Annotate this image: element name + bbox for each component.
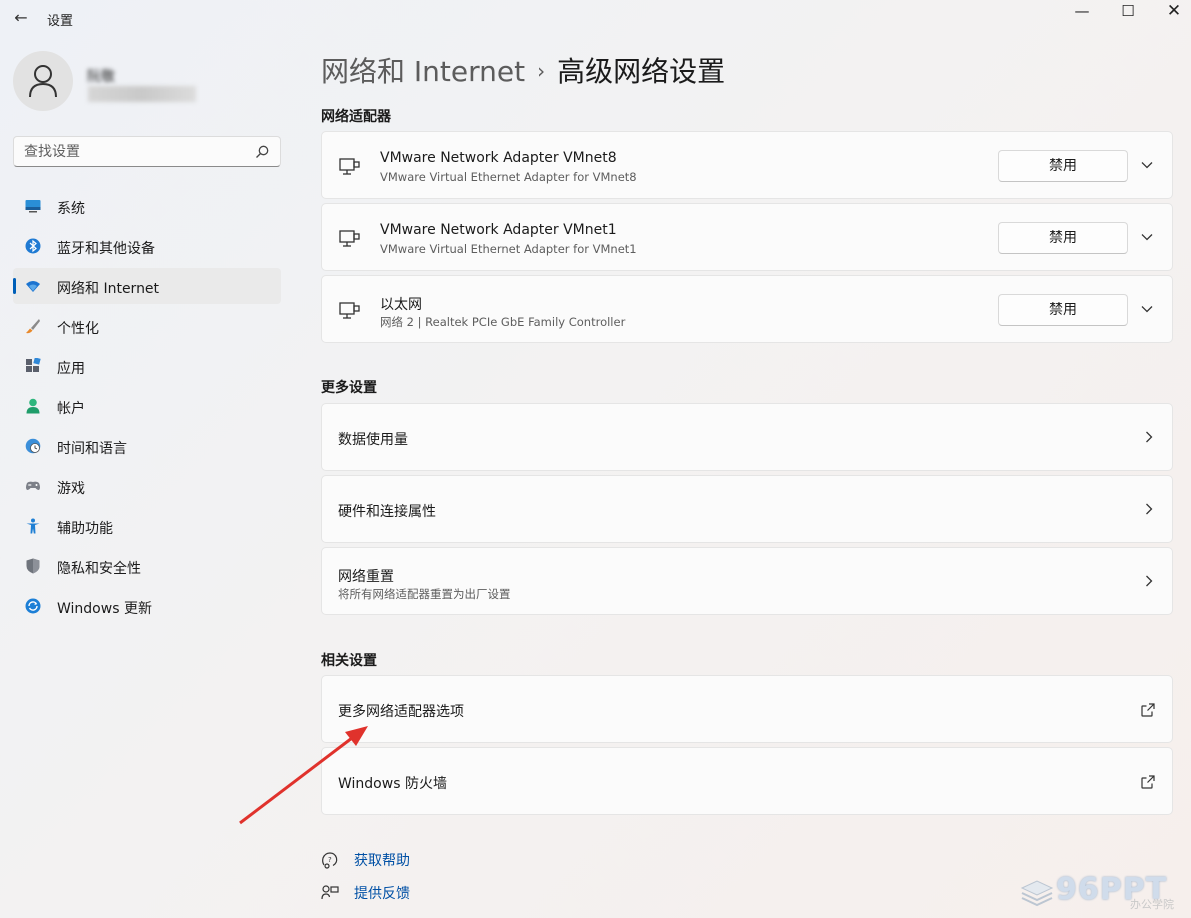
search-box[interactable] [13,136,281,167]
network-adapter-icon [339,230,360,247]
setting-title: Windows 防火墙 [338,776,447,792]
adapter-description: VMware Virtual Ethernet Adapter for VMne… [380,170,637,184]
sidebar-item-system[interactable]: 系统 [13,188,281,224]
sidebar-item-label: 个性化 [57,321,99,337]
breadcrumb: 网络和 Internet › 高级网络设置 [321,50,725,90]
adapter-name: VMware Network Adapter VMnet8 [380,150,617,166]
adapter-description: VMware Virtual Ethernet Adapter for VMne… [380,242,637,256]
section-title-more-settings: 更多设置 [321,380,377,396]
chevron-down-icon[interactable] [1140,158,1154,172]
stacked-layers-icon [1020,880,1054,907]
section-title-related: 相关设置 [321,653,377,669]
disable-button[interactable]: 禁用 [998,150,1128,182]
sidebar-item-privacy[interactable]: 隐私和安全性 [13,548,281,584]
more-adapter-options-item[interactable]: 更多网络适配器选项 [321,675,1173,743]
adapter-name: VMware Network Adapter VMnet1 [380,222,617,238]
back-button[interactable]: ← [10,8,32,28]
setting-title: 网络重置 [338,569,394,585]
adapter-card[interactable]: VMware Network Adapter VMnet1 VMware Vir… [321,203,1173,271]
sidebar-item-bluetooth[interactable]: 蓝牙和其他设备 [13,228,281,264]
windows-firewall-item[interactable]: Windows 防火墙 [321,747,1173,815]
maximize-button[interactable]: ☐ [1105,0,1151,26]
chevron-down-icon[interactable] [1140,230,1154,244]
network-adapter-icon [339,158,360,175]
setting-title: 数据使用量 [338,432,408,448]
adapter-description: 网络 2 | Realtek PCIe GbE Family Controlle… [380,315,626,329]
title-bar: ← 设置 — ☐ ✕ [0,0,1191,36]
setting-title: 硬件和连接属性 [338,504,436,520]
sidebar-item-label: 游戏 [57,481,85,497]
setting-title: 更多网络适配器选项 [338,704,464,720]
search-icon[interactable] [254,144,270,160]
network-reset-item[interactable]: 网络重置 将所有网络适配器重置为出厂设置 [321,547,1173,615]
shield-icon [26,558,40,574]
apps-icon [26,358,41,372]
hardware-properties-item[interactable]: 硬件和连接属性 [321,475,1173,543]
brush-icon [26,319,40,334]
setting-description: 将所有网络适配器重置为出厂设置 [338,587,511,601]
external-link-icon [1141,775,1155,789]
page-title: 高级网络设置 [557,55,726,88]
sidebar-item-network[interactable]: 网络和 Internet [13,268,281,304]
sidebar-item-label: 系统 [57,201,85,217]
sidebar-item-label: 网络和 Internet [57,281,160,297]
sidebar-item-windows-update[interactable]: Windows 更新 [13,588,281,624]
search-input[interactable] [24,142,244,162]
sidebar-item-label: 时间和语言 [57,441,127,457]
wifi-icon [26,281,40,292]
watermark-logo: 96PPT 办公学院 [1020,866,1186,914]
sidebar-item-apps[interactable]: 应用 [13,348,281,384]
adapter-card[interactable]: 以太网 网络 2 | Realtek PCIe GbE Family Contr… [321,275,1173,343]
gamepad-icon [26,481,40,490]
accessibility-icon [26,518,40,534]
adapter-name: 以太网 [380,297,422,313]
update-icon [25,598,41,614]
account-icon [26,398,40,414]
sidebar-item-gaming[interactable]: 游戏 [13,468,281,504]
close-button[interactable]: ✕ [1151,0,1191,26]
feedback-link[interactable]: 提供反馈 [354,883,410,903]
sidebar-item-label: 帐户 [57,401,85,417]
adapter-card[interactable]: VMware Network Adapter VMnet8 VMware Vir… [321,131,1173,199]
chevron-right-icon [1146,431,1153,443]
breadcrumb-parent[interactable]: 网络和 Internet [321,55,525,88]
user-name: 阮敬 [87,69,115,85]
sidebar-item-label: 应用 [57,361,85,377]
section-title-adapters: 网络适配器 [321,109,391,125]
chevron-down-icon[interactable] [1140,302,1154,316]
sidebar-item-time-language[interactable]: 时间和语言 [13,428,281,464]
globe-clock-icon [25,438,41,454]
person-icon [29,65,57,98]
app-title: 设置 [47,14,74,29]
network-adapter-icon [339,302,360,319]
bluetooth-icon [25,238,41,254]
sidebar-item-label: Windows 更新 [57,601,152,617]
feedback-icon [321,885,339,900]
external-link-icon [1141,703,1155,717]
svg-text:?: ? [328,856,332,864]
watermark-subtext: 办公学院 [1130,898,1174,911]
sidebar-item-accessibility[interactable]: 辅助功能 [13,508,281,544]
monitor-icon [25,200,41,213]
chevron-right-icon [1146,575,1153,587]
minimize-button[interactable]: — [1059,0,1105,26]
sidebar-item-label: 蓝牙和其他设备 [57,241,155,257]
help-icon: ? [322,852,338,869]
data-usage-item[interactable]: 数据使用量 [321,403,1173,471]
sidebar-item-accounts[interactable]: 帐户 [13,388,281,424]
sidebar-item-personalization[interactable]: 个性化 [13,308,281,344]
avatar[interactable] [13,51,73,111]
sidebar-item-label: 隐私和安全性 [57,561,141,577]
user-email-redacted [88,86,196,102]
sidebar-item-label: 辅助功能 [57,521,113,537]
disable-button[interactable]: 禁用 [998,294,1128,326]
chevron-right-icon: › [537,59,546,83]
disable-button[interactable]: 禁用 [998,222,1128,254]
chevron-right-icon [1146,503,1153,515]
get-help-link[interactable]: 获取帮助 [354,850,410,870]
sidebar-nav: 系统 蓝牙和其他设备 网络和 Internet 个性化 应用 帐户 时间和语言 … [13,188,281,628]
